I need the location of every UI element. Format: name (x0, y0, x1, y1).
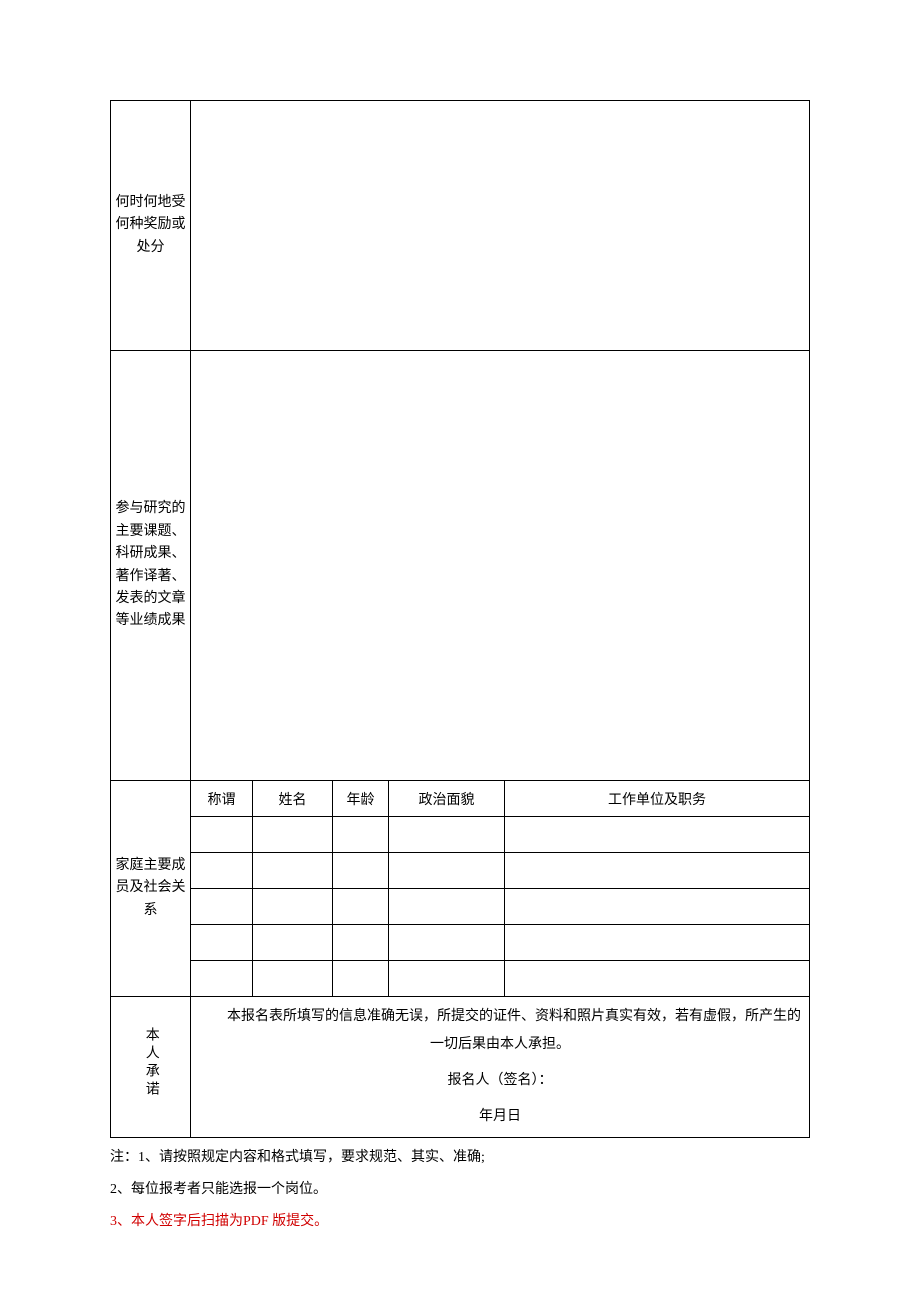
family-cell-age[interactable] (333, 889, 389, 925)
family-cell-relation[interactable] (191, 889, 253, 925)
declaration-cell: 本报名表所填写的信息准确无误，所提交的证件、资料和照片真实有效，若有虚假，所产生… (191, 997, 810, 1138)
family-cell-name[interactable] (253, 853, 333, 889)
label-family: 家庭主要成员及社会关系 (111, 781, 191, 997)
family-cell-workunit[interactable] (505, 961, 810, 997)
family-header-relation: 称谓 (191, 781, 253, 817)
note-line-3: 3、本人签字后扫描为PDF 版提交。 (110, 1208, 810, 1236)
family-cell-political[interactable] (389, 817, 505, 853)
family-cell-name[interactable] (253, 961, 333, 997)
family-cell-political[interactable] (389, 889, 505, 925)
family-header-age: 年龄 (333, 781, 389, 817)
family-cell-relation[interactable] (191, 961, 253, 997)
row-declaration: 本人承诺 本报名表所填写的信息准确无误，所提交的证件、资料和照片真实有效，若有虚… (111, 997, 810, 1138)
note-line-2: 2、每位报考者只能选报一个岗位。 (110, 1176, 810, 1204)
value-awards[interactable] (191, 101, 810, 351)
family-cell-age[interactable] (333, 817, 389, 853)
family-cell-age[interactable] (333, 961, 389, 997)
family-cell-relation[interactable] (191, 817, 253, 853)
family-cell-workunit[interactable] (505, 889, 810, 925)
family-header-name: 姓名 (253, 781, 333, 817)
family-cell-political[interactable] (389, 925, 505, 961)
note-prefix: 注： (110, 1150, 138, 1165)
family-cell-workunit[interactable] (505, 817, 810, 853)
family-cell-workunit[interactable] (505, 853, 810, 889)
family-cell-political[interactable] (389, 961, 505, 997)
family-header-row: 家庭主要成员及社会关系 称谓 姓名 年龄 政治面貌 工作单位及职务 (111, 781, 810, 817)
family-cell-relation[interactable] (191, 925, 253, 961)
family-cell-name[interactable] (253, 925, 333, 961)
note-1-text: 1、请按照规定内容和格式填写，要求规范、其实、准确; (138, 1150, 485, 1165)
family-cell-relation[interactable] (191, 853, 253, 889)
application-form-table: 何时何地受何种奖励或处分 参与研究的主要课题、科研成果、著作译著、发表的文章等业… (110, 100, 810, 1138)
value-research[interactable] (191, 351, 810, 781)
label-awards: 何时何地受何种奖励或处分 (111, 101, 191, 351)
notes-section: 注：1、请按照规定内容和格式填写，要求规范、其实、准确; 2、每位报考者只能选报… (110, 1144, 810, 1236)
note-line-1: 注：1、请按照规定内容和格式填写，要求规范、其实、准确; (110, 1144, 810, 1172)
label-research: 参与研究的主要课题、科研成果、著作译著、发表的文章等业绩成果 (111, 351, 191, 781)
label-declaration: 本人承诺 (111, 997, 191, 1138)
declaration-text: 本报名表所填写的信息准确无误，所提交的证件、资料和照片真实有效，若有虚假，所产生… (195, 1003, 805, 1059)
family-row (111, 817, 810, 853)
family-row (111, 961, 810, 997)
family-cell-political[interactable] (389, 853, 505, 889)
family-row (111, 889, 810, 925)
family-row (111, 853, 810, 889)
family-row (111, 925, 810, 961)
family-cell-age[interactable] (333, 853, 389, 889)
declaration-date-label: 年月日 (195, 1103, 805, 1131)
row-research: 参与研究的主要课题、科研成果、著作译著、发表的文章等业绩成果 (111, 351, 810, 781)
family-header-workunit: 工作单位及职务 (505, 781, 810, 817)
row-awards: 何时何地受何种奖励或处分 (111, 101, 810, 351)
family-cell-age[interactable] (333, 925, 389, 961)
family-cell-workunit[interactable] (505, 925, 810, 961)
family-cell-name[interactable] (253, 817, 333, 853)
label-declaration-text: 本人承诺 (139, 1017, 161, 1109)
family-cell-name[interactable] (253, 889, 333, 925)
declaration-sign-label: 报名人（签名）： (195, 1067, 805, 1095)
family-header-political: 政治面貌 (389, 781, 505, 817)
